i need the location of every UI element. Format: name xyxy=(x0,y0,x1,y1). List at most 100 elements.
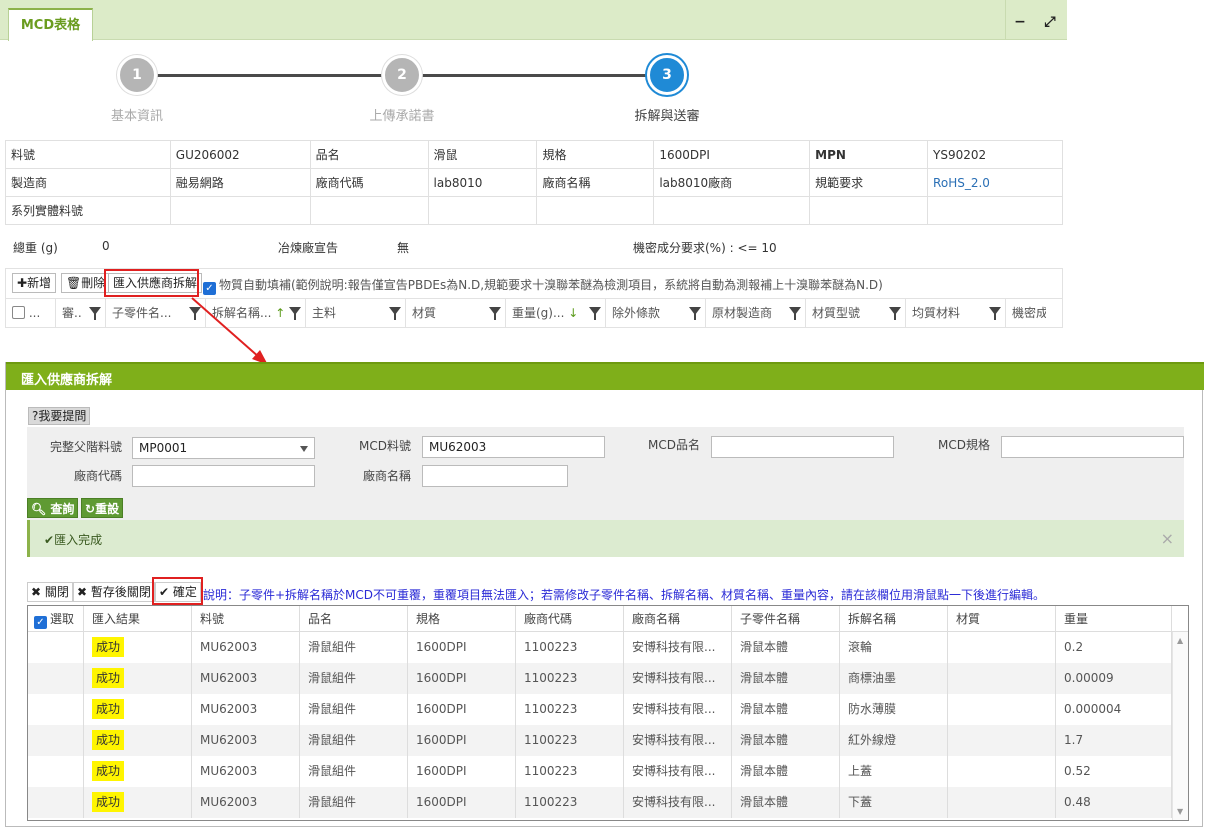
col-homogeneous[interactable]: 均質材料 xyxy=(906,299,1006,327)
cell-disassembly-name[interactable]: 下蓋 xyxy=(840,787,948,818)
cell-weight[interactable]: 0.000004 xyxy=(1056,694,1172,725)
filter-icon[interactable] xyxy=(689,307,701,320)
col-raw-manufacturer[interactable]: 原材製造商 xyxy=(706,299,806,327)
col-vendor-name: 廠商名稱 xyxy=(624,606,732,631)
label-part-no: 料號 xyxy=(5,140,171,169)
import-dialog: 匯入供應商拆解 ?我要提問 完整父階料號 MP0001 MCD料號 MU6200… xyxy=(5,362,1204,827)
checkbox-checked-icon[interactable]: ✓ xyxy=(34,616,47,629)
cell-material[interactable] xyxy=(948,756,1056,787)
checkbox-icon[interactable] xyxy=(12,306,25,319)
scroll-up-icon[interactable]: ▲ xyxy=(1177,636,1183,645)
cell-select[interactable] xyxy=(28,694,84,725)
cell-subpart-name[interactable]: 滑鼠本體 xyxy=(732,725,840,756)
minimize-icon[interactable]: − xyxy=(1008,8,1032,36)
autofill-option[interactable]: ✓ 物質自動填補(範例說明:報告僅宣告PBDEs為N.D,規範要求十溴聯苯醚為檢測… xyxy=(203,276,883,295)
table-row[interactable]: 成功 MU62003 滑鼠組件 1600DPI 1100223 安博科技有限... 滑鼠本體… xyxy=(28,632,1188,663)
cell-subpart-name[interactable]: 滑鼠本體 xyxy=(732,756,840,787)
col-confidential[interactable]: 機密成 xyxy=(1006,299,1046,327)
cell-weight[interactable]: 0.52 xyxy=(1056,756,1172,787)
cell-material[interactable] xyxy=(948,663,1056,694)
filter-icon[interactable] xyxy=(589,307,601,320)
col-label: 重量(g)... xyxy=(512,306,565,320)
cell-subpart-name[interactable]: 滑鼠本體 xyxy=(732,694,840,725)
filter-icon[interactable] xyxy=(389,307,401,320)
cell-select[interactable] xyxy=(28,756,84,787)
cell-result: 成功 xyxy=(84,663,192,694)
table-row[interactable]: 成功 MU62003 滑鼠組件 1600DPI 1100223 安博科技有限... 滑鼠本體… xyxy=(28,787,1188,818)
cell-weight[interactable]: 0.2 xyxy=(1056,632,1172,663)
parent-part-select[interactable]: MP0001 xyxy=(132,437,315,459)
cell-weight[interactable]: 0.48 xyxy=(1056,787,1172,818)
query-button[interactable]: 🔍︎ 查詢 xyxy=(27,498,79,518)
close-button[interactable]: ✖ 關閉 xyxy=(27,582,73,602)
mcd-name-input[interactable] xyxy=(711,436,894,458)
cell-select[interactable] xyxy=(28,725,84,756)
cell-disassembly-name[interactable]: 商標油墨 xyxy=(840,663,948,694)
cell-subpart-name[interactable]: 滑鼠本體 xyxy=(732,632,840,663)
step-1-circle[interactable]: 1 xyxy=(117,55,157,95)
reset-button[interactable]: ↻重設 xyxy=(81,498,124,518)
cell-disassembly-name[interactable]: 滾輪 xyxy=(840,632,948,663)
table-row[interactable]: 成功 MU62003 滑鼠組件 1600DPI 1100223 安博科技有限... 滑鼠本體… xyxy=(28,663,1188,694)
checkbox-checked-icon[interactable]: ✓ xyxy=(203,282,216,295)
cell-select[interactable] xyxy=(28,663,84,694)
add-button[interactable]: ✚新增 xyxy=(12,273,57,293)
col-exemption[interactable]: 除外條款 xyxy=(606,299,706,327)
cell-material[interactable] xyxy=(948,632,1056,663)
cell-weight[interactable]: 1.7 xyxy=(1056,725,1172,756)
parent-part-value: MP0001 xyxy=(139,441,188,455)
col-select-all[interactable]: ✓ 選取 xyxy=(28,606,84,631)
filter-icon[interactable] xyxy=(489,307,501,320)
scrollbar[interactable]: ▲ ▼ xyxy=(1172,632,1188,820)
cell-subpart-name[interactable]: 滑鼠本體 xyxy=(732,663,840,694)
success-label: 匯入完成 xyxy=(54,533,103,547)
save-close-label: 暫存後關閉 xyxy=(90,585,151,599)
scroll-down-icon[interactable]: ▼ xyxy=(1177,807,1183,816)
col-material[interactable]: 材質 xyxy=(406,299,506,327)
vendor-code-input[interactable] xyxy=(132,465,315,487)
cell-material[interactable] xyxy=(948,787,1056,818)
cell-disassembly-name[interactable]: 防水薄膜 xyxy=(840,694,948,725)
save-close-button[interactable]: ✖ 暫存後關閉 xyxy=(73,582,155,602)
cell-weight[interactable]: 0.00009 xyxy=(1056,663,1172,694)
regulation-link[interactable]: RoHS_2.0 xyxy=(927,168,1063,197)
step-2-circle[interactable]: 2 xyxy=(382,55,422,95)
expand-icon[interactable]: ⤢ xyxy=(1038,8,1062,36)
table-row[interactable]: 成功 MU62003 滑鼠組件 1600DPI 1100223 安博科技有限... 滑鼠本體… xyxy=(28,725,1188,756)
cell-subpart-name[interactable]: 滑鼠本體 xyxy=(732,787,840,818)
value-vendor-code: lab8010 xyxy=(427,168,538,197)
query-label: 查詢 xyxy=(50,502,75,516)
close-icon[interactable]: × xyxy=(1161,529,1174,548)
delete-button[interactable]: 🗑刪除 xyxy=(61,273,111,293)
trash-icon: 🗑 xyxy=(66,276,82,290)
step-3-circle[interactable]: 3 xyxy=(647,55,687,95)
cell-part-no: MU62003 xyxy=(192,787,300,818)
vendor-name-input[interactable] xyxy=(422,465,568,487)
mcd-part-input[interactable]: MU62003 xyxy=(422,436,605,458)
cell-product-name: 滑鼠組件 xyxy=(300,725,408,756)
cell-select[interactable] xyxy=(28,632,84,663)
mcd-spec-input[interactable] xyxy=(1001,436,1184,458)
col-main-material[interactable]: 主料 xyxy=(306,299,406,327)
cell-disassembly-name[interactable]: 上蓋 xyxy=(840,756,948,787)
col-material-model[interactable]: 材質型號 xyxy=(806,299,906,327)
cell-material[interactable] xyxy=(948,694,1056,725)
cell-select[interactable] xyxy=(28,787,84,818)
cell-spec: 1600DPI xyxy=(408,787,516,818)
tab-mcd-form[interactable]: MCD表格 xyxy=(8,8,93,41)
help-button[interactable]: ?我要提問 xyxy=(28,407,91,425)
table-row[interactable]: 成功 MU62003 滑鼠組件 1600DPI 1100223 安博科技有限... 滑鼠本體… xyxy=(28,756,1188,787)
table-row[interactable]: 成功 MU62003 滑鼠組件 1600DPI 1100223 安博科技有限... 滑鼠本體… xyxy=(28,694,1188,725)
filter-icon[interactable] xyxy=(289,307,301,320)
filter-icon[interactable] xyxy=(889,307,901,320)
filter-icon[interactable] xyxy=(789,307,801,320)
cell-disassembly-name[interactable]: 紅外線燈 xyxy=(840,725,948,756)
col-select[interactable]: ... xyxy=(6,299,56,327)
status-badge: 成功 xyxy=(92,699,125,719)
filter-icon[interactable] xyxy=(89,307,101,320)
cell-material[interactable] xyxy=(948,725,1056,756)
empty-cell xyxy=(427,196,538,225)
filter-icon[interactable] xyxy=(989,307,1001,320)
col-weight[interactable]: 重量(g)... ↓ xyxy=(506,299,606,327)
col-review[interactable]: 審.. xyxy=(56,299,106,327)
